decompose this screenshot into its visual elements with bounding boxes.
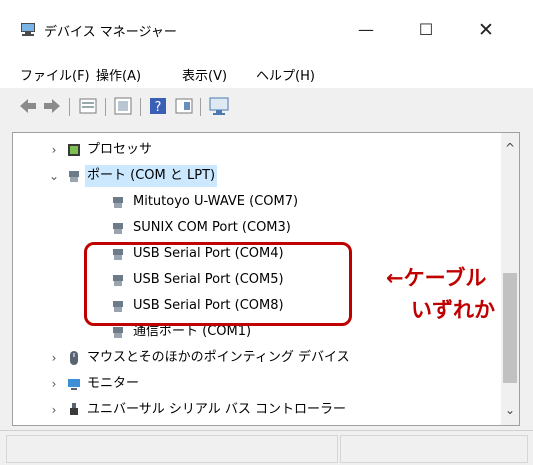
tree-item-port-device[interactable]: Mitutoyo U-WAVE (COM7) <box>13 191 493 213</box>
minimize-button[interactable]: — <box>352 18 380 42</box>
chevron-down-icon[interactable]: ⌄ <box>47 165 61 187</box>
tree-item-processor[interactable]: › プロセッサ <box>13 139 493 161</box>
tree-item-label: SUNIX COM Port (COM3) <box>133 220 291 235</box>
tree-item-label: マウスとそのほかのポインティング デバイス <box>87 350 350 365</box>
scrollbar-thumb[interactable] <box>503 273 517 383</box>
toolbar-separator <box>69 98 70 116</box>
tree-item-mouse[interactable]: › マウスとそのほかのポインティング デバイス <box>13 347 493 369</box>
chevron-right-icon[interactable]: › <box>47 139 61 161</box>
back-arrow-icon[interactable] <box>18 96 38 116</box>
monitor-icon <box>68 379 80 390</box>
toolbar-separator <box>105 98 106 116</box>
vertical-scrollbar[interactable]: ^ ⌄ <box>501 133 519 425</box>
title-bar: デバイス マネージャー — ☐ ✕ <box>0 0 533 56</box>
view-icon[interactable] <box>174 96 194 116</box>
menu-bar: ファイル(F) 操作(A) 表示(V) ヘルプ(H) <box>0 56 533 88</box>
forward-arrow-icon[interactable] <box>42 96 62 116</box>
menu-help[interactable]: ヘルプ(H) <box>256 65 315 84</box>
menu-file[interactable]: ファイル(F) <box>20 65 90 84</box>
port-device-icon <box>113 223 123 234</box>
processor-icon <box>68 144 80 156</box>
properties-icon[interactable] <box>78 96 98 116</box>
tree-item-label: ユニバーサル シリアル バス コントローラー <box>87 402 347 417</box>
toolbar-separator <box>200 98 201 116</box>
toolbar: ? <box>0 88 533 126</box>
svg-text:?: ? <box>155 100 162 115</box>
update-driver-icon[interactable] <box>113 96 133 116</box>
device-manager-icon <box>21 23 35 36</box>
tree-item-label: モニター <box>87 376 140 391</box>
chevron-right-icon[interactable]: › <box>47 399 61 421</box>
toolbar-separator <box>140 98 141 116</box>
status-bar <box>0 430 533 465</box>
mouse-icon <box>70 351 78 365</box>
tree-item-monitor[interactable]: › モニター <box>13 373 493 395</box>
chevron-right-icon[interactable]: › <box>47 347 61 369</box>
scroll-up-icon[interactable]: ^ <box>505 141 515 155</box>
status-cell <box>340 435 528 463</box>
chevron-right-icon[interactable]: › <box>47 373 61 395</box>
annotation-text: ←ケーブル <box>386 266 487 290</box>
port-icon <box>69 171 79 182</box>
port-device-icon <box>113 327 123 338</box>
maximize-button[interactable]: ☐ <box>412 18 440 42</box>
highlight-box <box>84 242 352 326</box>
tree-item-port-device[interactable]: SUNIX COM Port (COM3) <box>13 217 493 239</box>
annotation-text: いずれか <box>411 298 495 322</box>
usb-icon <box>70 403 78 415</box>
tree-item-label: ポート (COM と LPT) <box>85 165 218 187</box>
status-cell <box>6 435 338 463</box>
tree-item-label: Mitutoyo U-WAVE (COM7) <box>133 194 299 209</box>
menu-view[interactable]: 表示(V) <box>182 65 227 84</box>
tree-item-label: プロセッサ <box>87 142 153 157</box>
scroll-down-icon[interactable]: ⌄ <box>505 403 515 417</box>
help-icon[interactable]: ? <box>148 96 168 116</box>
tree-item-ports[interactable]: ⌄ ポート (COM と LPT) <box>13 165 493 187</box>
port-device-icon <box>113 197 123 208</box>
window-title: デバイス マネージャー <box>44 25 177 40</box>
menu-action[interactable]: 操作(A) <box>96 65 141 84</box>
monitor-scan-icon[interactable] <box>208 96 230 116</box>
tree-item-usb[interactable]: › ユニバーサル シリアル バス コントローラー <box>13 399 493 421</box>
close-button[interactable]: ✕ <box>472 18 500 42</box>
